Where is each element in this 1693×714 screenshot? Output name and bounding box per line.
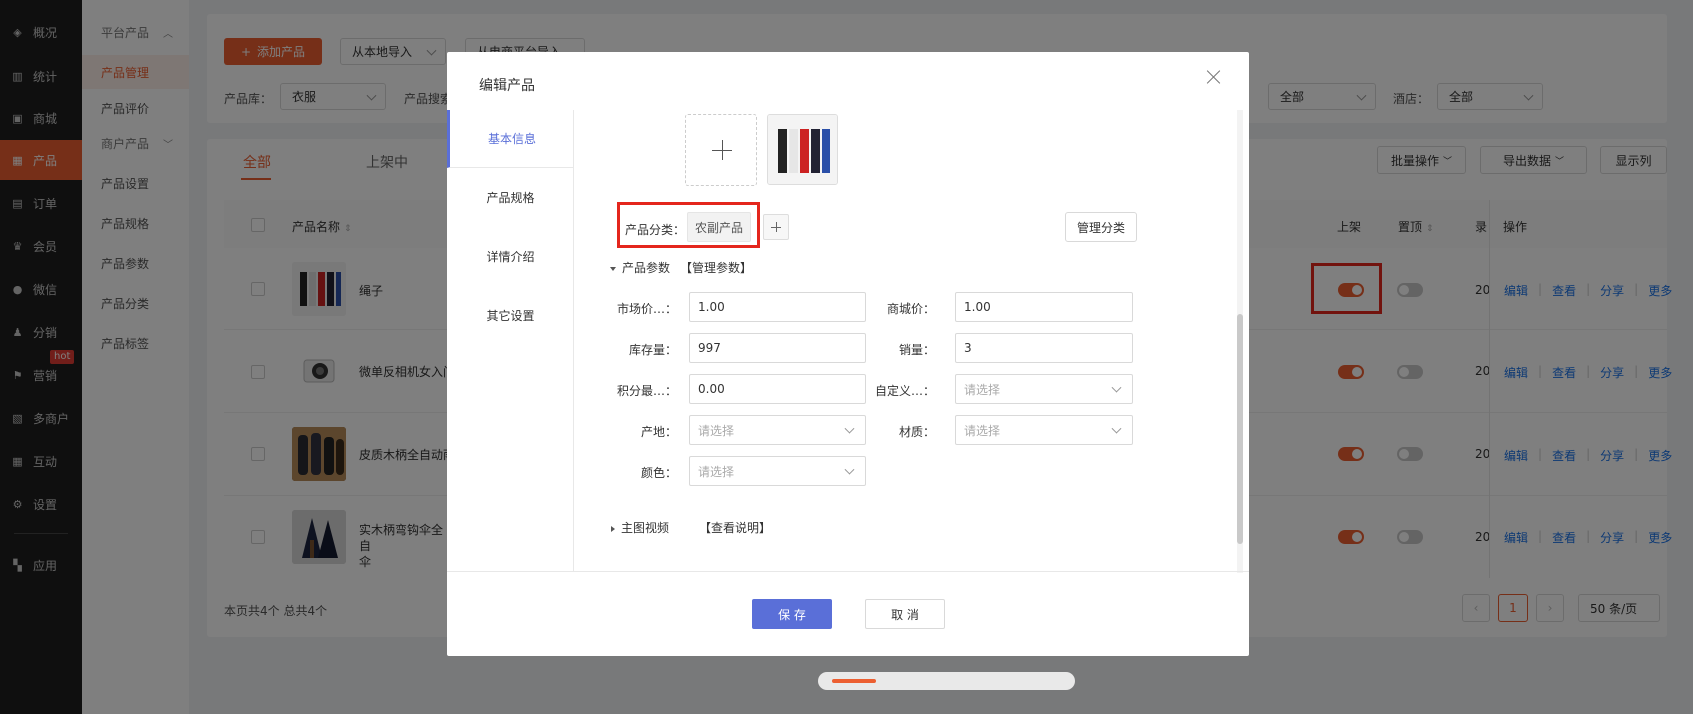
tab-basic-info[interactable]: 基本信息 bbox=[447, 110, 574, 168]
tab-details[interactable]: 详情介绍 bbox=[447, 227, 574, 285]
color-select[interactable]: 请选择 bbox=[689, 456, 866, 486]
tab-other-settings[interactable]: 其它设置 bbox=[447, 286, 574, 344]
sales-label: 销量： bbox=[898, 343, 935, 357]
edit-product-modal: 编辑产品 基本信息 产品规格 详情介绍 其它设置 产品分类： 农副产品 管理分类… bbox=[447, 52, 1249, 656]
chevron-down-icon bbox=[1111, 382, 1122, 393]
highlight-box bbox=[617, 202, 760, 248]
scroll-thumb[interactable] bbox=[832, 679, 876, 683]
caret-down-icon bbox=[610, 266, 616, 271]
points-input[interactable]: 0.00 bbox=[689, 374, 866, 404]
modal-title: 编辑产品 bbox=[479, 78, 535, 94]
market-price-input[interactable]: 1.00 bbox=[689, 292, 866, 322]
video-title: 主图视频 bbox=[621, 521, 670, 535]
chevron-down-icon bbox=[1111, 423, 1122, 434]
video-help-link[interactable]: 【查看说明】 bbox=[699, 521, 771, 535]
chevron-down-icon bbox=[844, 423, 855, 434]
sales-input[interactable]: 3 bbox=[955, 333, 1133, 363]
add-category-button[interactable] bbox=[763, 214, 789, 240]
color-placeholder: 请选择 bbox=[698, 464, 735, 479]
stock-input[interactable]: 997 bbox=[689, 333, 866, 363]
tab-spec[interactable]: 产品规格 bbox=[447, 168, 574, 226]
image-upload-button[interactable] bbox=[685, 114, 757, 186]
params-section-toggle[interactable]: 产品参数 【管理参数】 bbox=[610, 259, 752, 276]
market-price-label: 市场价…： bbox=[616, 302, 677, 316]
stock-label: 库存量： bbox=[628, 343, 677, 357]
modal-footer-divider bbox=[447, 571, 1249, 572]
product-image[interactable] bbox=[767, 114, 838, 185]
chevron-down-icon bbox=[844, 464, 855, 475]
video-section-toggle[interactable]: 主图视频 【查看说明】 bbox=[611, 519, 771, 536]
manage-category-button[interactable]: 管理分类 bbox=[1065, 212, 1137, 242]
modal-side-nav: 基本信息 产品规格 详情介绍 其它设置 bbox=[447, 110, 574, 572]
scroll-thumb[interactable] bbox=[1237, 314, 1243, 544]
params-title: 产品参数 bbox=[622, 261, 671, 275]
material-select[interactable]: 请选择 bbox=[955, 415, 1133, 445]
color-label: 颜色： bbox=[640, 466, 677, 480]
origin-label: 产地： bbox=[640, 425, 677, 439]
points-label: 积分最…： bbox=[616, 384, 677, 398]
cancel-button[interactable]: 取 消 bbox=[865, 599, 945, 629]
horizontal-scrollbar[interactable] bbox=[818, 672, 1075, 690]
custom-select[interactable]: 请选择 bbox=[955, 374, 1133, 404]
material-label: 材质： bbox=[898, 425, 935, 439]
close-icon[interactable] bbox=[1205, 68, 1223, 86]
save-button[interactable]: 保 存 bbox=[752, 599, 832, 629]
material-placeholder: 请选择 bbox=[964, 423, 1001, 438]
manage-params-link[interactable]: 【管理参数】 bbox=[680, 261, 752, 275]
mall-price-input[interactable]: 1.00 bbox=[955, 292, 1133, 322]
caret-right-icon bbox=[611, 525, 615, 532]
mall-price-label: 商城价： bbox=[886, 302, 935, 316]
custom-label: 自定义…： bbox=[874, 384, 935, 398]
modal-scrollbar[interactable] bbox=[1237, 110, 1243, 573]
custom-placeholder: 请选择 bbox=[964, 382, 1001, 397]
origin-select[interactable]: 请选择 bbox=[689, 415, 866, 445]
origin-placeholder: 请选择 bbox=[698, 423, 735, 438]
